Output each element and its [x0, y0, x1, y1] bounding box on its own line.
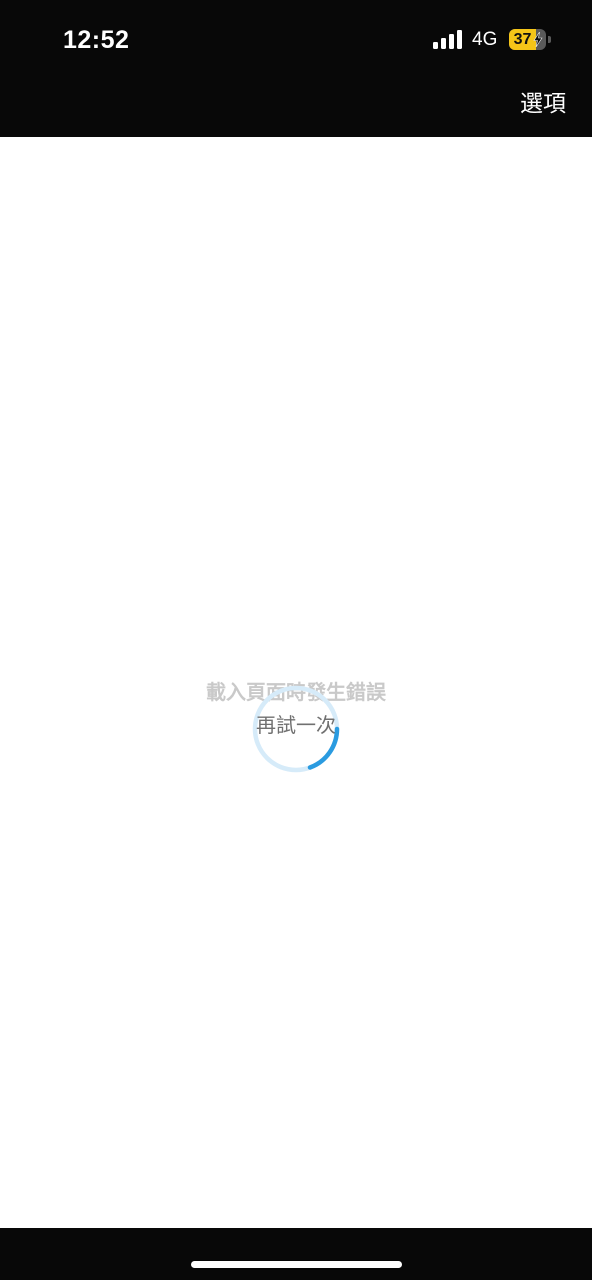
top-bar: 12:52 4G 37 選項	[0, 0, 592, 137]
bolt-icon	[533, 32, 543, 47]
battery-level: 37	[513, 31, 532, 48]
battery-cap	[548, 36, 551, 43]
retry-button[interactable]: 再試一次	[0, 710, 592, 740]
options-button[interactable]: 選項	[520, 86, 566, 122]
home-indicator[interactable]	[191, 1261, 402, 1268]
status-bar: 12:52 4G 37	[0, 0, 592, 80]
signal-bars-icon	[433, 30, 462, 49]
content-area: 載入頁面時發生錯誤 再試一次	[0, 137, 592, 1228]
network-type: 4G	[472, 29, 498, 50]
battery-body: 37	[509, 29, 546, 50]
bottom-bar	[0, 1228, 592, 1280]
battery-indicator: 37	[509, 29, 551, 50]
status-time: 12:52	[63, 26, 130, 54]
phone-screen: 12:52 4G 37 選項 載入頁面時發生錯誤 再試一次	[0, 0, 592, 1280]
